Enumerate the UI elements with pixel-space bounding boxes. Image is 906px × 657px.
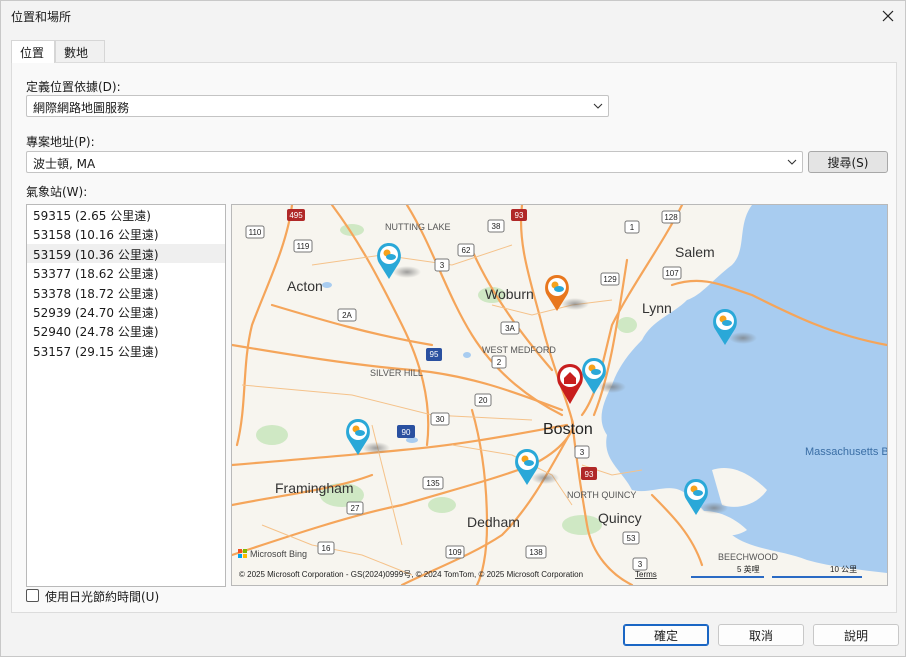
route-shield: 128 (664, 213, 678, 222)
close-button[interactable] (875, 3, 901, 29)
help-button[interactable]: 說明 (813, 624, 899, 646)
help-button-label: 說明 (843, 628, 868, 643)
stations-label: 氣象站(W): (26, 185, 88, 199)
route-shield: 3 (638, 560, 643, 569)
map-label-beechwood: BEECHWOOD (718, 552, 779, 562)
list-item[interactable]: 53378 (18.72 公里遠) (27, 283, 225, 302)
weather-station-list[interactable]: 59315 (2.65 公里遠) 53158 (10.16 公里遠) 53159… (26, 204, 226, 587)
route-shield: 3 (440, 261, 445, 270)
route-shield: 53 (627, 534, 636, 543)
location-source-value: 網際網路地圖服務 (33, 101, 130, 115)
list-item[interactable]: 53159 (10.36 公里遠) (27, 243, 225, 264)
route-shield: 2A (342, 311, 352, 320)
map-label-framingham: Framingham (275, 480, 354, 496)
address-label: 專案地址(P): (26, 135, 95, 149)
map-label-silver-hill: SILVER HILL (370, 368, 423, 378)
map-copyright: © 2025 Microsoft Corporation - GS(2024)0… (239, 570, 583, 579)
route-shield: 93 (515, 211, 524, 220)
list-item[interactable]: 52939 (24.70 公里遠) (27, 302, 225, 321)
route-shield: 62 (462, 246, 471, 255)
list-item[interactable]: 53377 (18.62 公里遠) (27, 263, 225, 282)
map-label-quincy: Quincy (598, 510, 642, 526)
location-tab-panel: 定義位置依據(D): 網際網路地圖服務 專案地址(P): 波士頓, MA 搜尋(… (11, 62, 897, 613)
tab-site-data-label: 數地 (64, 46, 89, 60)
route-shield: 495 (289, 211, 303, 220)
scale-imperial: 5 英哩 (737, 564, 760, 574)
location-source-label: 定義位置依據(D): (26, 80, 121, 94)
list-item[interactable]: 52940 (24.78 公里遠) (27, 321, 225, 340)
map-label-dedham: Dedham (467, 514, 520, 530)
route-shield: 1 (630, 223, 635, 232)
route-shield: 138 (529, 548, 543, 557)
route-shield: 27 (351, 504, 360, 513)
list-item[interactable]: 53157 (29.15 公里遠) (27, 341, 225, 360)
chevron-down-icon (787, 159, 797, 165)
bing-logo-text: Microsoft Bing (250, 549, 307, 559)
tab-location-label: 位置 (20, 46, 45, 60)
map-label-woburn: Woburn (485, 286, 534, 302)
daylight-saving-checkbox[interactable] (26, 589, 39, 602)
map-canvas: Acton Woburn Salem Lynn Boston Framingha… (232, 205, 887, 585)
route-shield: 38 (492, 222, 501, 231)
map-terms-link[interactable]: Terms (635, 570, 657, 579)
route-shield: 135 (426, 479, 440, 488)
list-item[interactable]: 59315 (2.65 公里遠) (27, 205, 225, 224)
close-icon (882, 10, 894, 22)
map-label-boston: Boston (543, 421, 593, 438)
cancel-button-label: 取消 (748, 628, 773, 643)
daylight-saving-label: 使用日光節約時間(U) (45, 590, 160, 604)
location-dialog: 位置和場所 位置 數地 定義位置依據(D): 網際網路地圖服務 專案地址(P):… (0, 0, 906, 657)
address-value: 波士頓, MA (33, 157, 96, 171)
tab-site-data[interactable]: 數地 (55, 40, 105, 62)
route-shield: 107 (665, 269, 679, 278)
route-shield: 119 (297, 242, 310, 251)
route-shield: 129 (603, 275, 617, 284)
window-title: 位置和場所 (11, 10, 72, 24)
ok-button-label: 確定 (653, 628, 678, 643)
route-shield: 3 (580, 448, 585, 457)
route-shield: 16 (322, 544, 331, 553)
ok-button[interactable]: 確定 (623, 624, 709, 646)
map-label-massachusetts-bay: Massachusetts B (805, 446, 887, 458)
cancel-button[interactable]: 取消 (718, 624, 804, 646)
list-item[interactable]: 53158 (10.16 公里遠) (27, 224, 225, 243)
chevron-down-icon (593, 103, 603, 109)
route-shield: 90 (402, 428, 411, 437)
map-label-lynn: Lynn (642, 300, 672, 316)
scale-metric: 10 公里 (830, 565, 857, 574)
map-label-nutting-lake: NUTTING LAKE (385, 222, 451, 232)
map-label-salem: Salem (675, 244, 715, 260)
map-label-north-quincy: NORTH QUINCY (567, 490, 636, 500)
map-label-west-medford: WEST MEDFORD (482, 345, 556, 355)
location-source-select[interactable]: 網際網路地圖服務 (26, 95, 609, 117)
route-shield: 3A (505, 324, 515, 333)
route-shield: 109 (448, 548, 462, 557)
route-shield: 95 (430, 350, 439, 359)
title-bar: 位置和場所 (1, 1, 905, 31)
map-label-acton: Acton (287, 278, 323, 294)
route-shield: 20 (479, 396, 488, 405)
station-map[interactable]: Acton Woburn Salem Lynn Boston Framingha… (231, 204, 888, 586)
route-shield: 93 (585, 470, 594, 479)
search-button-label: 搜尋(S) (827, 155, 869, 170)
tab-location[interactable]: 位置 (11, 40, 55, 63)
search-button[interactable]: 搜尋(S) (808, 151, 888, 173)
address-input[interactable]: 波士頓, MA (26, 151, 803, 173)
route-shield: 2 (497, 358, 502, 367)
route-shield: 110 (249, 228, 262, 237)
route-shield: 30 (436, 415, 445, 424)
